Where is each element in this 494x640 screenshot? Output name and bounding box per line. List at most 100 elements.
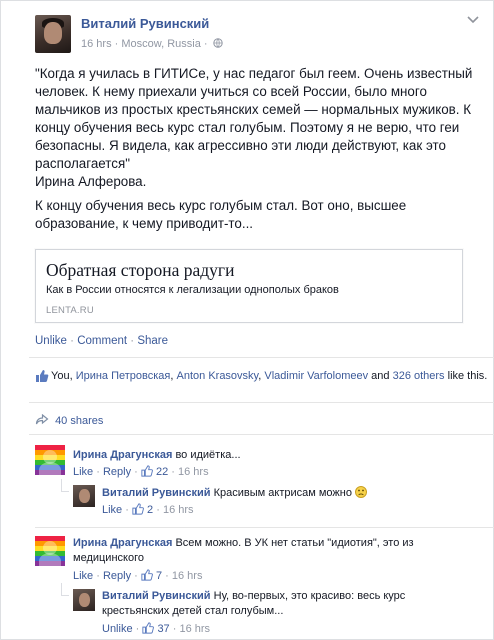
separator-dot: · xyxy=(156,504,160,516)
reply-rail xyxy=(61,583,62,595)
comment-author[interactable]: Ирина Драгунская xyxy=(73,449,172,461)
liker-name[interactable]: Ирина Петровская xyxy=(76,370,171,382)
post-actions: Unlike · Comment · Share xyxy=(35,335,168,347)
divider xyxy=(29,357,494,358)
thumbs-up-icon xyxy=(132,503,144,515)
reply-rail xyxy=(61,595,69,596)
reply-like-count[interactable]: 2 xyxy=(147,504,153,516)
quote-line: концу обучения весь курс стал голубым. П… xyxy=(35,120,460,135)
share-link[interactable]: Share xyxy=(137,335,168,347)
shared-link-card[interactable]: Обратная сторона радуги Как в России отн… xyxy=(35,249,463,323)
reply-text: Ну, во-первых, это красиво: весь курс xyxy=(213,590,406,602)
share-icon xyxy=(35,414,49,425)
comment-body: Ирина Драгунская во идиётка... xyxy=(73,448,488,463)
author-comment-line: К концу обучения весь курс голубым стал.… xyxy=(35,198,407,213)
comment-like-count[interactable]: 7 xyxy=(156,570,162,582)
reply-body: Виталий Рувинский Ну, во-первых, это кра… xyxy=(102,589,487,619)
likes-text: You, Ирина Петровская, Anton Krasovsky, … xyxy=(51,369,491,384)
author-avatar[interactable] xyxy=(35,15,71,53)
author-comment-line: образование, к чему приводит-то... xyxy=(35,216,254,231)
link-title[interactable]: Обратная сторона радуги xyxy=(46,260,234,281)
comment-like-link[interactable]: Like xyxy=(73,466,93,478)
frowning-face-icon xyxy=(355,486,368,498)
quote-line: безопасны. Я видела, как агрессивно эти … xyxy=(35,138,446,153)
reply-actions: Unlike · 37 · 16 hrs xyxy=(102,622,210,635)
separator-dot: · xyxy=(165,570,169,582)
reply-author[interactable]: Виталий Рувинский xyxy=(102,590,211,602)
post-body: "Когда я училась в ГИТИСе, у нас педагог… xyxy=(35,65,485,233)
likes-summary: You, Ирина Петровская, Anton Krasovsky, … xyxy=(35,361,490,397)
unlike-link[interactable]: Unlike xyxy=(35,335,67,347)
reply-rail xyxy=(61,479,62,491)
reply-author[interactable]: Виталий Рувинский xyxy=(102,487,211,499)
avatar-silhouette xyxy=(39,462,61,475)
commenter-avatar[interactable] xyxy=(35,536,65,566)
commenter-avatar[interactable] xyxy=(35,445,65,475)
quote-line: человек. К нему приехали учиться со всей… xyxy=(35,84,427,99)
comment-like-count[interactable]: 22 xyxy=(156,466,168,478)
comment-body: Ирина Драгунская Всем можно. В УК нет ст… xyxy=(73,536,488,566)
separator-dot: · xyxy=(134,466,138,478)
quote-signature: Ирина Алферова. xyxy=(35,174,147,189)
post-card: Виталий Рувинский 16 hrs · Moscow, Russi… xyxy=(0,0,494,640)
avatar-face xyxy=(79,489,90,503)
separator-dot: · xyxy=(135,623,140,635)
comment-timestamp[interactable]: 16 hrs xyxy=(178,466,209,478)
separator-dot: · xyxy=(171,466,175,478)
replier-avatar[interactable] xyxy=(73,589,95,611)
reply-unlike-link[interactable]: Unlike xyxy=(102,623,133,635)
divider xyxy=(29,434,494,435)
comment-timestamp[interactable]: 16 hrs xyxy=(172,570,203,582)
post-meta-text: 16 hrs · Moscow, Russia · xyxy=(81,38,208,50)
quote-line: мальчиков из простых крестьянских семей … xyxy=(35,102,472,117)
separator-dot: · xyxy=(134,570,138,582)
thumbs-up-icon xyxy=(142,622,155,634)
reply-timestamp[interactable]: 16 hrs xyxy=(179,623,210,635)
reply-timestamp[interactable]: 16 hrs xyxy=(163,504,194,516)
likes-others-link[interactable]: 326 others xyxy=(393,370,445,382)
comment-link[interactable]: Comment xyxy=(77,335,127,347)
likes-suffix: like this. xyxy=(444,370,488,382)
reply-body: Виталий Рувинский Красивым актрисам можн… xyxy=(102,486,487,501)
thumbs-up-icon xyxy=(36,370,49,382)
divider xyxy=(35,527,494,528)
separator-dot: · xyxy=(70,335,75,347)
liker-name[interactable]: Anton Krasovsky xyxy=(177,370,259,382)
avatar-silhouette xyxy=(39,553,61,566)
link-domain: LENTA.RU xyxy=(46,305,94,316)
comment-author[interactable]: Ирина Драгунская xyxy=(73,537,172,549)
replier-avatar[interactable] xyxy=(73,485,95,507)
avatar-face xyxy=(79,593,90,607)
comment-text: во идиётка... xyxy=(175,449,241,461)
shares-count[interactable]: 40 shares xyxy=(55,415,103,427)
globe-icon[interactable] xyxy=(212,38,223,48)
link-description: Как в России относятся к легализации одн… xyxy=(46,284,339,296)
shares-link[interactable]: 40 shares xyxy=(35,414,103,427)
quote-line: "Когда я училась в ГИТИСе, у нас педагог… xyxy=(35,66,473,81)
likes-and: and xyxy=(368,370,393,382)
comment-actions: Like · Reply · 22 · 16 hrs xyxy=(73,465,209,478)
separator-dot: · xyxy=(96,570,100,582)
avatar-face xyxy=(44,22,62,44)
comment-reply-link[interactable]: Reply xyxy=(103,466,131,478)
reply-rail xyxy=(61,491,69,492)
author-name[interactable]: Виталий Рувинский xyxy=(81,16,209,31)
reply-like-count[interactable]: 37 xyxy=(157,623,169,635)
separator-dot: · xyxy=(125,504,129,516)
comment-text: Всем можно. В УК нет статьи "идиотия", э… xyxy=(175,537,414,549)
reply-text: крестьянских детей стал голубым... xyxy=(102,605,284,617)
separator-dot: · xyxy=(96,466,100,478)
thumbs-up-icon xyxy=(141,465,153,477)
quote-line: располагается" xyxy=(35,156,130,171)
liker-name[interactable]: Vladimir Varfolomeev xyxy=(264,370,368,382)
reply-like-link[interactable]: Like xyxy=(102,504,122,516)
separator-dot: · xyxy=(172,623,177,635)
comment-like-link[interactable]: Like xyxy=(73,570,93,582)
chevron-down-icon[interactable] xyxy=(467,15,479,27)
thumbs-up-icon xyxy=(141,569,153,581)
post-meta: 16 hrs · Moscow, Russia · xyxy=(81,38,223,50)
comment-reply-link[interactable]: Reply xyxy=(103,570,131,582)
reply-actions: Like · 2 · 16 hrs xyxy=(102,503,194,516)
comment-actions: Like · Reply · 7 · 16 hrs xyxy=(73,569,202,582)
reply-text: Красивым актрисам можно xyxy=(213,487,352,499)
